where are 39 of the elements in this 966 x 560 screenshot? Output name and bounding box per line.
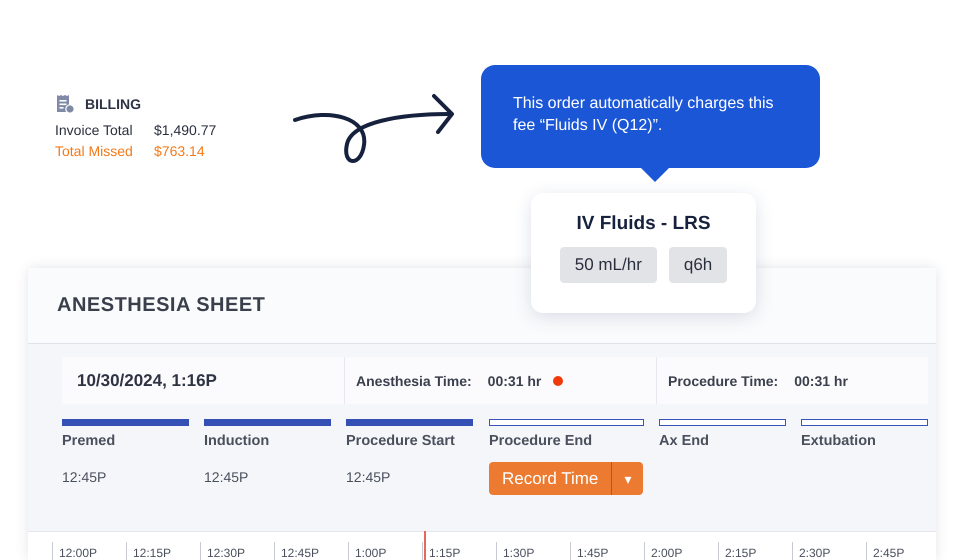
timer-label: Anesthesia Time: xyxy=(356,372,472,388)
time-tick: 12:00P xyxy=(59,546,98,560)
billing-title: BILLING xyxy=(85,96,141,112)
milestone-label: Extubation xyxy=(801,433,877,449)
panel-title: ANESTHESIA SHEET xyxy=(57,294,266,317)
order-chip: q6h xyxy=(668,247,728,283)
time-tick: 2:15P xyxy=(725,546,756,560)
milestone-time: 12:45P xyxy=(204,469,250,485)
timer-value: 00:31 hr xyxy=(794,372,848,388)
time-tick: 1:30P xyxy=(503,546,534,560)
timer-label: Procedure Time: xyxy=(668,372,778,388)
invoice-icon xyxy=(55,94,75,114)
tooltip-text: This order automatically charges this fee “Fluids IV (Q12)”. xyxy=(513,94,775,136)
record-time-button[interactable]: Record Time xyxy=(489,462,612,495)
time-tick: 1:15P xyxy=(429,546,460,560)
timer-value: 00:31 hr xyxy=(488,372,542,388)
billing-label: Invoice Total xyxy=(55,121,134,140)
milestone-label: Ax End xyxy=(659,433,710,449)
time-tick: 2:00P xyxy=(651,546,682,560)
milestone-time: 12:45P xyxy=(62,469,108,485)
time-tick: 12:45P xyxy=(281,546,320,560)
billing-label: Total Missed xyxy=(55,142,134,161)
time-tick: 12:30P xyxy=(207,546,246,560)
time-tick: 1:00P xyxy=(355,546,386,560)
billing-amount: $1,490.77 xyxy=(154,121,216,140)
time-tick: 12:15P xyxy=(133,546,172,560)
dropdown-button[interactable]: ▾ xyxy=(612,462,644,495)
milestone-label: Procedure End xyxy=(489,433,594,449)
time-tick: 1:45P xyxy=(577,546,608,560)
milestone-label: Procedure Start xyxy=(346,433,456,449)
milestone-time: 12:45P xyxy=(346,469,392,485)
billing-amount: $763.14 xyxy=(154,142,205,161)
time-tick: 2:30P xyxy=(799,546,830,560)
order-title: IV Fluids - LRS xyxy=(576,213,711,235)
milestone-label: Induction xyxy=(204,433,270,449)
time-tick: 2:45P xyxy=(873,546,904,560)
date-time: 10/30/2024, 1:16P xyxy=(77,370,217,390)
milestone-label: Premed xyxy=(62,433,116,449)
order-chip: 50 mL/hr xyxy=(560,247,657,283)
